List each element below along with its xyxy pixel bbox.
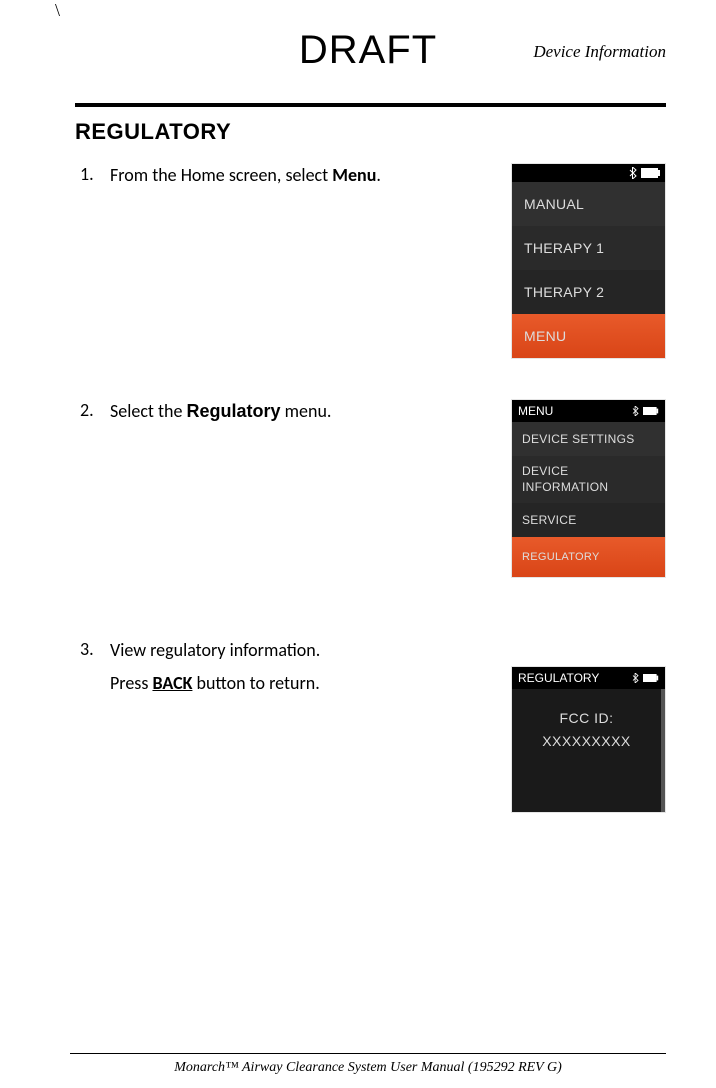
text-line: View regulatory information.	[110, 638, 501, 663]
text-bold: Menu	[332, 164, 376, 186]
step-text: Select the Regulatory menu.	[110, 399, 511, 424]
status-bar	[512, 164, 665, 182]
menu-item-device-settings: DEVICE SETTINGS	[512, 422, 665, 456]
bluetooth-icon	[632, 673, 639, 683]
bluetooth-icon	[629, 167, 637, 179]
stray-mark: \	[55, 0, 60, 21]
battery-icon	[643, 674, 659, 682]
menu-item-menu-selected: MENU	[512, 314, 665, 358]
screenshot-menu: MENU DEVICE SETTINGS DEVICE INFORMATION …	[511, 399, 666, 578]
text-fragment: Press	[110, 672, 152, 694]
menu-item-therapy1: THERAPY 1	[512, 226, 665, 270]
step-text: From the Home screen, select Menu.	[110, 163, 511, 188]
step-text: View regulatory information. Press BACK …	[110, 638, 511, 696]
regulatory-body: FCC ID: XXXXXXXXX	[512, 689, 665, 812]
page-heading: REGULATORY	[75, 119, 666, 145]
text-bold: BACK	[152, 672, 192, 694]
battery-icon	[641, 168, 661, 178]
step-number: 3.	[80, 638, 110, 660]
text-fragment: .	[376, 164, 381, 186]
screen-title: REGULATORY	[518, 671, 599, 685]
horizontal-rule	[75, 103, 666, 107]
menu-item-manual: MANUAL	[512, 182, 665, 226]
footer-text: Monarch™ Airway Clearance System User Ma…	[70, 1060, 666, 1076]
step-number: 1.	[80, 163, 110, 185]
screen-title: MENU	[518, 404, 553, 418]
text-fragment: menu.	[281, 400, 332, 422]
screenshot-regulatory: REGULATORY FCC ID: XXXXXXXXX	[511, 666, 666, 813]
screen-title-bar: REGULATORY	[512, 667, 665, 689]
step-number: 2.	[80, 399, 110, 421]
text-fragment: button to return.	[192, 672, 319, 694]
step-3: 3. View regulatory information. Press BA…	[80, 638, 666, 813]
fcc-id-value: XXXXXXXXX	[516, 730, 657, 752]
menu-item-therapy2: THERAPY 2	[512, 270, 665, 314]
text-fragment: From the Home screen, select	[110, 164, 332, 186]
menu-item-regulatory-selected: REGULATORY	[512, 537, 665, 577]
screen-title-bar: MENU	[512, 400, 665, 422]
text-line: Press BACK button to return.	[110, 671, 501, 696]
battery-icon	[643, 407, 659, 415]
step-2: 2. Select the Regulatory menu. MENU DEVI…	[80, 399, 666, 578]
text-fragment: Select the	[110, 400, 187, 422]
screenshot-home: MANUAL THERAPY 1 THERAPY 2 MENU	[511, 163, 666, 359]
menu-item-device-information: DEVICE INFORMATION	[512, 456, 665, 503]
fcc-id-label: FCC ID:	[516, 707, 657, 729]
section-label: Device Information	[533, 42, 666, 62]
step-1: 1. From the Home screen, select Menu. MA…	[80, 163, 666, 359]
menu-item-service: SERVICE	[512, 503, 665, 537]
text-bold: Regulatory	[187, 401, 281, 421]
footer-rule	[70, 1053, 666, 1054]
footer: Monarch™ Airway Clearance System User Ma…	[70, 1053, 666, 1076]
bluetooth-icon	[632, 406, 639, 416]
